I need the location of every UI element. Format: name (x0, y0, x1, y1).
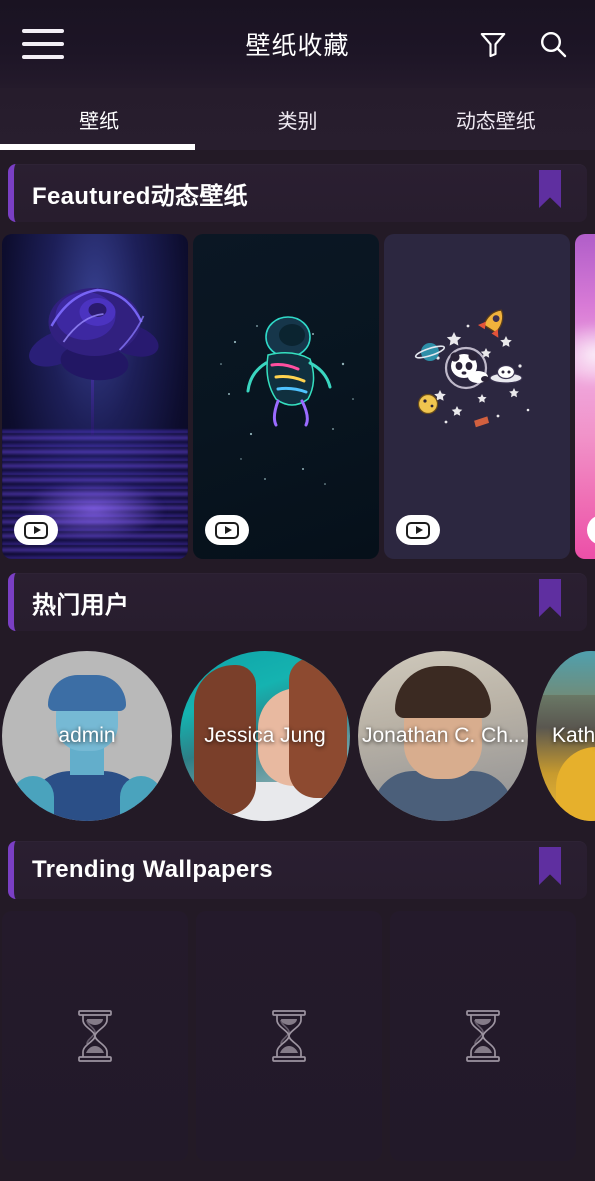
popular-users-list[interactable]: admin Jessica Jung Jonathan C. Ch... Kat… (0, 645, 595, 827)
play-icon[interactable] (205, 515, 249, 545)
featured-wallpaper-list[interactable] (0, 234, 595, 559)
wallpaper-thumbnail-pink-clouds (575, 234, 595, 559)
app-bar: 壁纸收藏 (0, 0, 595, 88)
hamburger-icon[interactable] (22, 26, 64, 62)
wallpaper-card[interactable] (575, 234, 595, 559)
wallpaper-card[interactable] (2, 234, 188, 559)
user-avatar-item[interactable]: admin (2, 651, 172, 821)
app-screen: 壁纸收藏 壁纸 类别 动态壁纸 Feautured动态壁纸 热门用户 admin… (0, 0, 595, 1181)
tab-bar: 壁纸 类别 动态壁纸 (0, 88, 595, 150)
play-icon[interactable] (396, 515, 440, 545)
trending-wallpaper-list[interactable] (0, 911, 595, 1161)
user-name: Jonathan C. Ch... (362, 724, 526, 747)
app-bar-actions (473, 24, 573, 64)
filter-icon[interactable] (473, 24, 513, 64)
section-header-featured[interactable]: Feautured动态壁纸 (8, 164, 587, 222)
section-title-trending: Trending Wallpapers (32, 856, 273, 883)
tab-wallpapers[interactable]: 壁纸 (0, 105, 198, 134)
hourglass-icon (466, 1010, 500, 1062)
wallpaper-card[interactable] (384, 234, 570, 559)
hourglass-icon (78, 1010, 112, 1062)
user-name: admin (58, 724, 116, 747)
user-name: Kathy (552, 724, 595, 747)
bookmark-ribbon-icon[interactable] (539, 847, 561, 885)
rose-flower-art (29, 288, 159, 381)
wallpaper-placeholder-card[interactable] (390, 911, 576, 1161)
hourglass-icon (272, 1010, 306, 1062)
wallpaper-placeholder-card[interactable] (2, 911, 188, 1161)
wallpaper-card[interactable] (193, 234, 379, 559)
active-tab-indicator (0, 144, 195, 150)
play-icon[interactable] (14, 515, 58, 545)
bookmark-ribbon-icon[interactable] (539, 170, 561, 208)
user-name: Jessica Jung (204, 724, 326, 747)
section-header-trending[interactable]: Trending Wallpapers (8, 841, 587, 899)
search-icon[interactable] (533, 24, 573, 64)
hamburger-bar (22, 29, 64, 33)
user-avatar-item[interactable]: Kathy (536, 651, 595, 821)
panda-space-art (414, 308, 530, 427)
user-avatar-item[interactable]: Jessica Jung (180, 651, 350, 821)
cloud-art (575, 318, 595, 390)
hamburger-bar (22, 55, 64, 59)
hamburger-bar (22, 42, 64, 46)
section-title-featured: Feautured动态壁纸 (32, 182, 248, 210)
section-header-popular-users[interactable]: 热门用户 (8, 573, 587, 631)
tab-live-wallpapers[interactable]: 动态壁纸 (397, 105, 595, 134)
bookmark-ribbon-icon[interactable] (539, 579, 561, 617)
neon-astronaut-art (246, 316, 332, 427)
section-title-popular-users: 热门用户 (32, 591, 130, 619)
wallpaper-placeholder-card[interactable] (196, 911, 382, 1161)
user-avatar-item[interactable]: Jonathan C. Ch... (358, 651, 528, 821)
tab-categories[interactable]: 类别 (198, 105, 396, 134)
